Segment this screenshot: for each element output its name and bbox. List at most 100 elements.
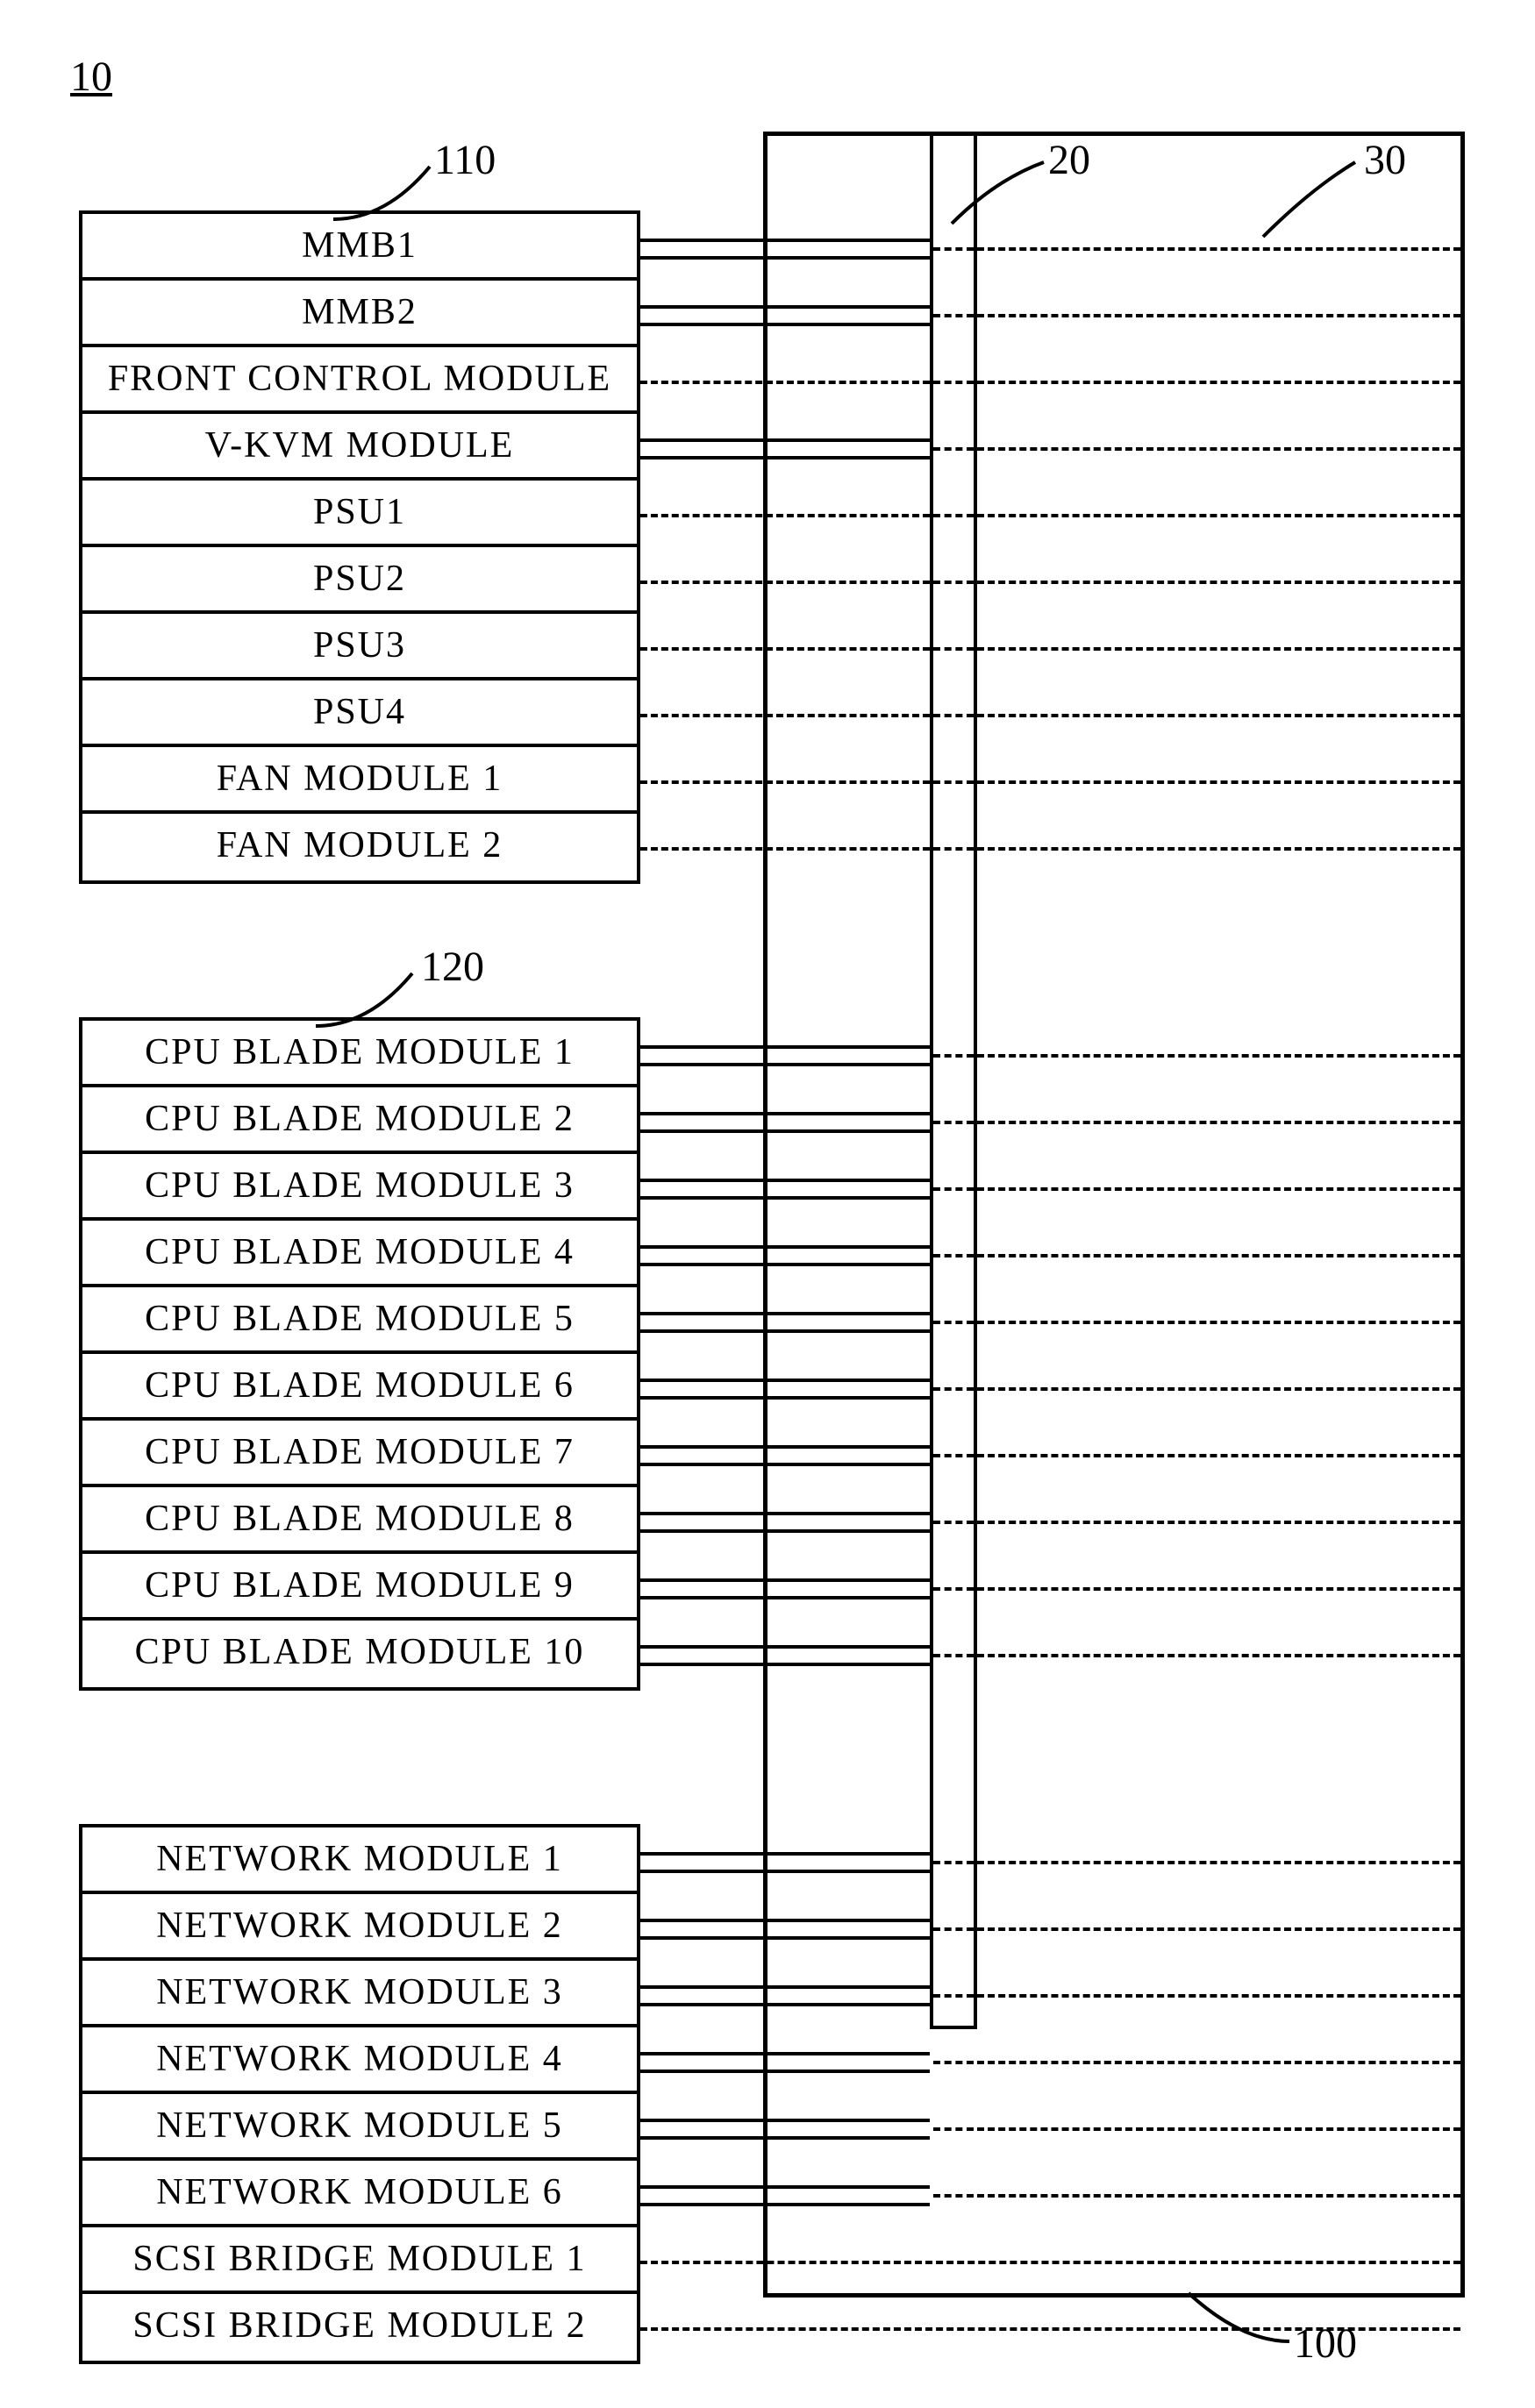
group-3: NETWORK MODULE 1NETWORK MODULE 2NETWORK …: [79, 1824, 640, 2364]
connection-line: [640, 381, 930, 384]
connection-line: [977, 1054, 1460, 1058]
connection-line: [977, 780, 1460, 784]
connection-line: [933, 514, 974, 517]
connection-line: [640, 581, 930, 584]
connection-line: [640, 647, 930, 651]
connection-line: [933, 314, 974, 317]
module-row: FRONT CONTROL MODULE: [82, 347, 637, 414]
connection-solid-pair: [640, 1645, 930, 1666]
connection-line: [977, 1321, 1460, 1324]
connection-line: [933, 1121, 974, 1124]
connection-line: [977, 1521, 1460, 1524]
connection-solid-pair: [640, 438, 930, 460]
connection-line: [933, 780, 974, 784]
module-row: CPU BLADE MODULE 6: [82, 1354, 637, 1421]
connection-line: [977, 1861, 1460, 1864]
group-1: MMB1MMB2FRONT CONTROL MODULEV-KVM MODULE…: [79, 210, 640, 884]
connection-solid-pair: [640, 305, 930, 326]
connection-line: [977, 1121, 1460, 1124]
leader-120: [316, 965, 439, 1035]
figure-number-label: 10: [70, 53, 112, 101]
module-row: NETWORK MODULE 4: [82, 2027, 637, 2094]
connection-line: [933, 1054, 974, 1058]
connection-line: [977, 714, 1460, 717]
module-row: CPU BLADE MODULE 9: [82, 1554, 637, 1621]
connection-line: [933, 1654, 974, 1657]
connection-line: [933, 847, 974, 851]
connection-solid-pair: [640, 1245, 930, 1266]
connection-line: [977, 2127, 1460, 2131]
connection-line: [933, 381, 974, 384]
connection-solid-pair: [640, 2052, 930, 2073]
connection-solid-pair: [640, 1919, 930, 1940]
connection-solid-pair: [640, 2185, 930, 2206]
connection-line: [933, 1927, 974, 1931]
connection-line: [977, 247, 1460, 251]
connection-line: [640, 714, 930, 717]
leader-110: [333, 158, 456, 228]
leader-30: [1263, 153, 1386, 224]
connection-solid-pair: [640, 239, 930, 260]
connection-line: [933, 1254, 974, 1257]
connection-line: [933, 581, 974, 584]
connection-line: [977, 1994, 1460, 1998]
connection-line: [977, 581, 1460, 584]
module-row: FAN MODULE 2: [82, 814, 637, 880]
module-row: MMB2: [82, 281, 637, 347]
connection-line: [933, 714, 974, 717]
connection-solid-pair: [640, 1852, 930, 1873]
module-row: NETWORK MODULE 6: [82, 2161, 637, 2227]
module-row: CPU BLADE MODULE 7: [82, 1421, 637, 1487]
connection-line: [977, 647, 1460, 651]
connection-solid-pair: [640, 1045, 930, 1066]
connection-solid-pair: [640, 1445, 930, 1466]
connection-line: [933, 1321, 974, 1324]
connection-line: [977, 381, 1460, 384]
module-row: CPU BLADE MODULE 5: [82, 1287, 637, 1354]
connection-line: [977, 1654, 1460, 1657]
connection-line: [933, 2061, 974, 2064]
group-2: CPU BLADE MODULE 1CPU BLADE MODULE 2CPU …: [79, 1017, 640, 1691]
connection-line: [977, 2061, 1460, 2064]
connection-line: [640, 780, 930, 784]
connection-line: [640, 514, 930, 517]
connection-solid-pair: [640, 1578, 930, 1599]
module-row: SCSI BRIDGE MODULE 1: [82, 2227, 637, 2294]
connection-line: [933, 447, 974, 451]
connection-line: [977, 1254, 1460, 1257]
connection-line: [933, 1187, 974, 1191]
leader-20: [952, 153, 1074, 224]
bus-right-line: [974, 132, 977, 2026]
connection-line: [640, 2261, 1460, 2264]
connection-line: [933, 2127, 974, 2131]
module-row: CPU BLADE MODULE 2: [82, 1087, 637, 1154]
connection-solid-pair: [640, 1179, 930, 1200]
module-row: CPU BLADE MODULE 8: [82, 1487, 637, 1554]
connection-line: [977, 1387, 1460, 1391]
module-row: PSU4: [82, 680, 637, 747]
connection-line: [933, 1387, 974, 1391]
module-row: PSU2: [82, 547, 637, 614]
connection-line: [977, 514, 1460, 517]
connection-line: [977, 314, 1460, 317]
bus-left-line: [930, 132, 933, 2026]
connection-line: [640, 847, 930, 851]
module-row: CPU BLADE MODULE 3: [82, 1154, 637, 1221]
connection-solid-pair: [640, 1379, 930, 1400]
connection-line: [933, 1994, 974, 1998]
connection-solid-pair: [640, 1312, 930, 1333]
module-row: V-KVM MODULE: [82, 414, 637, 481]
module-row: NETWORK MODULE 2: [82, 1894, 637, 1961]
connection-solid-pair: [640, 1985, 930, 2006]
module-row: CPU BLADE MODULE 10: [82, 1621, 637, 1687]
module-row: FAN MODULE 1: [82, 747, 637, 814]
connection-line: [933, 1454, 974, 1457]
connection-line: [933, 647, 974, 651]
connection-line: [977, 2194, 1460, 2198]
connection-line: [933, 1861, 974, 1864]
connection-line: [977, 847, 1460, 851]
connection-line: [640, 2327, 1460, 2331]
connection-line: [933, 2194, 974, 2198]
connection-solid-pair: [640, 2119, 930, 2140]
connection-line: [933, 247, 974, 251]
